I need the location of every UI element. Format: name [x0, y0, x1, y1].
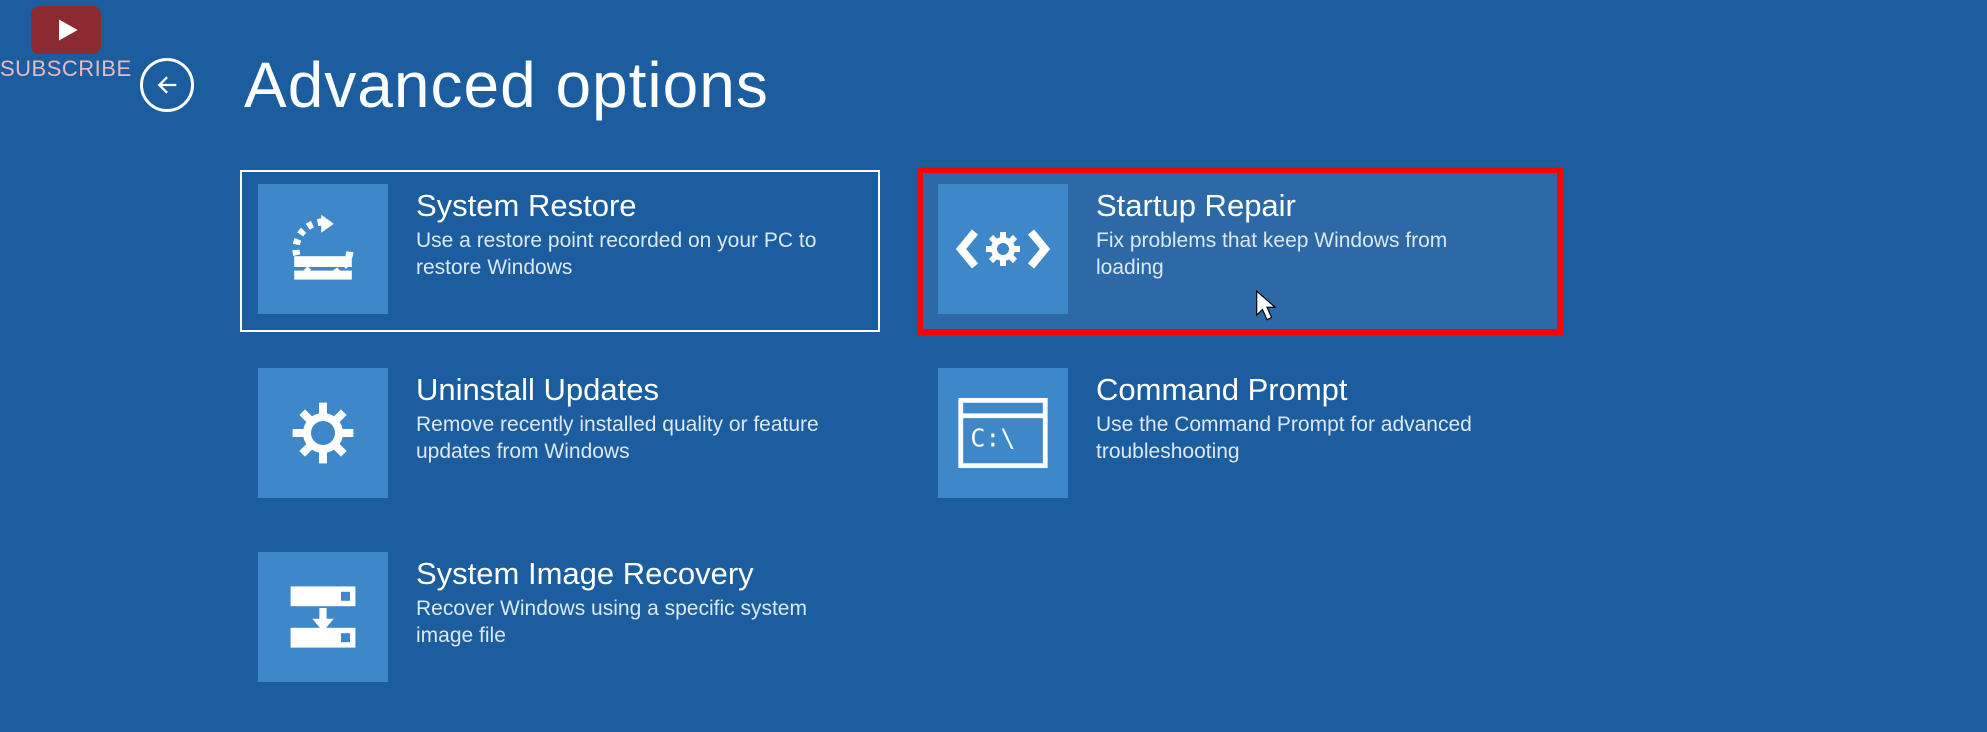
- system-image-recovery-icon: [258, 552, 388, 682]
- youtube-play-icon: [31, 6, 101, 54]
- option-title: Startup Repair: [1096, 188, 1516, 224]
- options-grid: System Restore Use a restore point recor…: [240, 170, 1560, 700]
- arrow-left-icon: [153, 71, 181, 99]
- option-desc: Use a restore point recorded on your PC …: [416, 228, 836, 282]
- command-prompt-icon: C:\: [938, 368, 1068, 498]
- option-uninstall-updates[interactable]: Uninstall Updates Remove recently instal…: [240, 354, 880, 516]
- option-system-image-recovery[interactable]: System Image Recovery Recover Windows us…: [240, 538, 880, 700]
- option-desc: Recover Windows using a specific system …: [416, 596, 836, 650]
- option-desc: Remove recently installed quality or fea…: [416, 412, 836, 466]
- mouse-cursor-icon: [1255, 290, 1279, 327]
- option-startup-repair[interactable]: Startup Repair Fix problems that keep Wi…: [920, 170, 1560, 332]
- back-button[interactable]: [140, 58, 194, 112]
- option-command-prompt[interactable]: C:\ Command Prompt Use the Command Promp…: [920, 354, 1560, 516]
- subscribe-watermark: SUBSCRIBE: [0, 0, 132, 82]
- system-restore-icon: [258, 184, 388, 314]
- startup-repair-icon: [938, 184, 1068, 314]
- header: Advanced options: [140, 48, 769, 122]
- option-title: System Restore: [416, 188, 836, 224]
- option-desc: Use the Command Prompt for advanced trou…: [1096, 412, 1516, 466]
- page-title: Advanced options: [244, 48, 769, 122]
- uninstall-updates-icon: [258, 368, 388, 498]
- option-title: Command Prompt: [1096, 372, 1516, 408]
- option-title: System Image Recovery: [416, 556, 836, 592]
- option-desc: Fix problems that keep Windows from load…: [1096, 228, 1516, 282]
- subscribe-label: SUBSCRIBE: [0, 56, 132, 82]
- option-title: Uninstall Updates: [416, 372, 836, 408]
- svg-text:C:\: C:\: [970, 423, 1015, 452]
- option-system-restore[interactable]: System Restore Use a restore point recor…: [240, 170, 880, 332]
